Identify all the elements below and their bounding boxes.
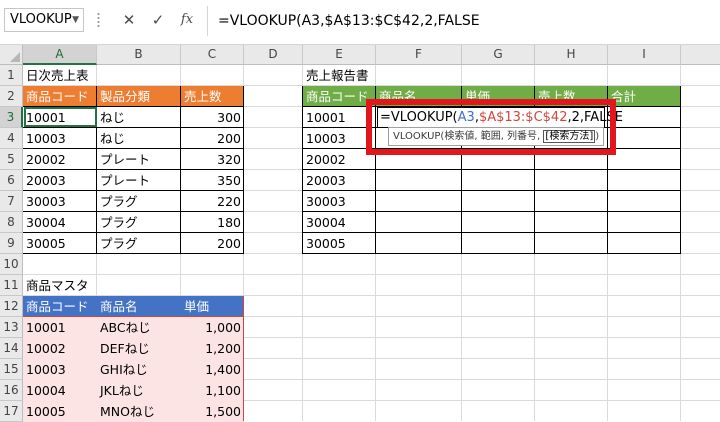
table-cell[interactable]: 10001 xyxy=(23,317,97,338)
daily-sales-title[interactable]: 日次売上表 xyxy=(23,65,173,86)
active-cell-reference-a3[interactable] xyxy=(24,107,97,127)
table-cell[interactable]: 300 xyxy=(181,107,244,128)
formula-bar: VLOOKUP ▼ ✕ ✓ fx =VLOOKUP(A3,$A$13:$C$42… xyxy=(0,0,720,46)
cancel-icon[interactable]: ✕ xyxy=(118,9,140,31)
table-cell[interactable]: 200 xyxy=(181,128,244,149)
sales-report-title[interactable]: 売上報告書 xyxy=(303,65,453,86)
row-header-15[interactable]: 15 xyxy=(0,359,23,380)
table-cell[interactable]: 1,200 xyxy=(181,338,244,359)
table-cell[interactable]: 30005 xyxy=(23,233,97,254)
product-master-header-name[interactable]: 商品名 xyxy=(97,296,181,317)
table-cell[interactable]: 10005 xyxy=(23,401,97,422)
table-cell[interactable]: プラグ xyxy=(97,212,181,233)
table-cell[interactable]: プラグ xyxy=(97,191,181,212)
column-header-a[interactable]: A xyxy=(23,45,97,65)
table-cell[interactable]: 20003 xyxy=(23,170,97,191)
table-cell[interactable]: 10003 xyxy=(23,359,97,380)
table-cell[interactable]: プレート xyxy=(97,149,181,170)
table-cell[interactable]: ねじ xyxy=(97,107,181,128)
row-header-17[interactable]: 17 xyxy=(0,401,23,422)
table-cell[interactable]: 20003 xyxy=(303,170,376,191)
row-header-5[interactable]: 5 xyxy=(0,149,23,170)
column-header-d[interactable]: D xyxy=(244,45,303,65)
table-cell[interactable]: 10003 xyxy=(23,128,97,149)
table-cell[interactable]: 30004 xyxy=(23,212,97,233)
grip-icon[interactable] xyxy=(97,12,100,28)
row-header-6[interactable]: 6 xyxy=(0,170,23,191)
chevron-down-icon[interactable]: ▼ xyxy=(72,9,79,31)
row-header-12[interactable]: 12 xyxy=(0,296,23,317)
row-header-13[interactable]: 13 xyxy=(0,317,23,338)
column-header-e[interactable]: E xyxy=(303,45,376,65)
column-header-b[interactable]: B xyxy=(97,45,181,65)
table-cell[interactable]: 1,500 xyxy=(181,401,244,422)
insert-function-icon[interactable]: fx xyxy=(176,9,198,31)
table-cell[interactable]: 20002 xyxy=(23,149,97,170)
row-header-7[interactable]: 7 xyxy=(0,191,23,212)
table-cell[interactable]: MNOねじ xyxy=(97,401,181,422)
formula-input[interactable]: =VLOOKUP(A3,$A$13:$C$42,2,FALSE xyxy=(207,6,717,36)
name-box[interactable]: VLOOKUP ▼ xyxy=(4,8,84,32)
enter-icon[interactable]: ✓ xyxy=(147,9,169,31)
row-header-2[interactable]: 2 xyxy=(0,86,23,107)
table-cell[interactable]: プレート xyxy=(97,170,181,191)
column-header-i[interactable]: I xyxy=(608,45,681,65)
select-all-corner[interactable] xyxy=(0,45,23,65)
table-cell[interactable]: 30005 xyxy=(303,233,376,254)
column-header-j[interactable] xyxy=(681,45,720,65)
table-cell[interactable]: 220 xyxy=(181,191,244,212)
product-master-header-code[interactable]: 商品コード xyxy=(23,296,97,317)
row-header-1[interactable]: 1 xyxy=(0,65,23,86)
table-cell[interactable]: 1,000 xyxy=(181,317,244,338)
table-cell[interactable]: 30003 xyxy=(23,191,97,212)
table-cell[interactable]: 1,400 xyxy=(181,359,244,380)
table-cell[interactable]: 320 xyxy=(181,149,244,170)
row-header-9[interactable]: 9 xyxy=(0,233,23,254)
table-cell[interactable]: JKLねじ xyxy=(97,380,181,401)
table-cell[interactable]: プラグ xyxy=(97,233,181,254)
row-header-10[interactable]: 10 xyxy=(0,254,23,275)
column-header-c[interactable]: C xyxy=(181,45,244,65)
daily-sales-header-quantity[interactable]: 売上数 xyxy=(181,86,244,107)
table-cell[interactable]: 350 xyxy=(181,170,244,191)
row-header-8[interactable]: 8 xyxy=(0,212,23,233)
table-cell[interactable]: 10002 xyxy=(23,338,97,359)
table-cell[interactable]: 1,100 xyxy=(181,380,244,401)
row-header-14[interactable]: 14 xyxy=(0,338,23,359)
row-header-3[interactable]: 3 xyxy=(0,107,23,128)
row-header-4[interactable]: 4 xyxy=(0,128,23,149)
table-cell[interactable]: 200 xyxy=(181,233,244,254)
row-header-11[interactable]: 11 xyxy=(0,275,23,296)
product-master-title[interactable]: 商品マスタ xyxy=(23,275,173,296)
table-cell[interactable]: 10004 xyxy=(23,380,97,401)
gridline xyxy=(680,65,681,421)
table-cell[interactable]: ねじ xyxy=(97,128,181,149)
table-cell[interactable]: DEFねじ xyxy=(97,338,181,359)
table-cell[interactable]: 30003 xyxy=(303,191,376,212)
daily-sales-header-category[interactable]: 製品分類 xyxy=(97,86,181,107)
table-cell[interactable]: 30004 xyxy=(303,212,376,233)
table-cell[interactable]: GHIねじ xyxy=(97,359,181,380)
sales-report-header-total[interactable]: 合計 xyxy=(608,86,681,107)
highlight-annotation-box xyxy=(366,99,616,155)
column-header-f[interactable]: F xyxy=(376,45,462,65)
daily-sales-header-code[interactable]: 商品コード xyxy=(23,86,97,107)
column-header-h[interactable]: H xyxy=(535,45,608,65)
table-cell[interactable]: 180 xyxy=(181,212,244,233)
name-box-value: VLOOKUP xyxy=(10,12,72,27)
table-cell[interactable]: ABCねじ xyxy=(97,317,181,338)
product-master-header-price[interactable]: 単価 xyxy=(181,296,244,317)
row-header-16[interactable]: 16 xyxy=(0,380,23,401)
column-header-g[interactable]: G xyxy=(462,45,535,65)
